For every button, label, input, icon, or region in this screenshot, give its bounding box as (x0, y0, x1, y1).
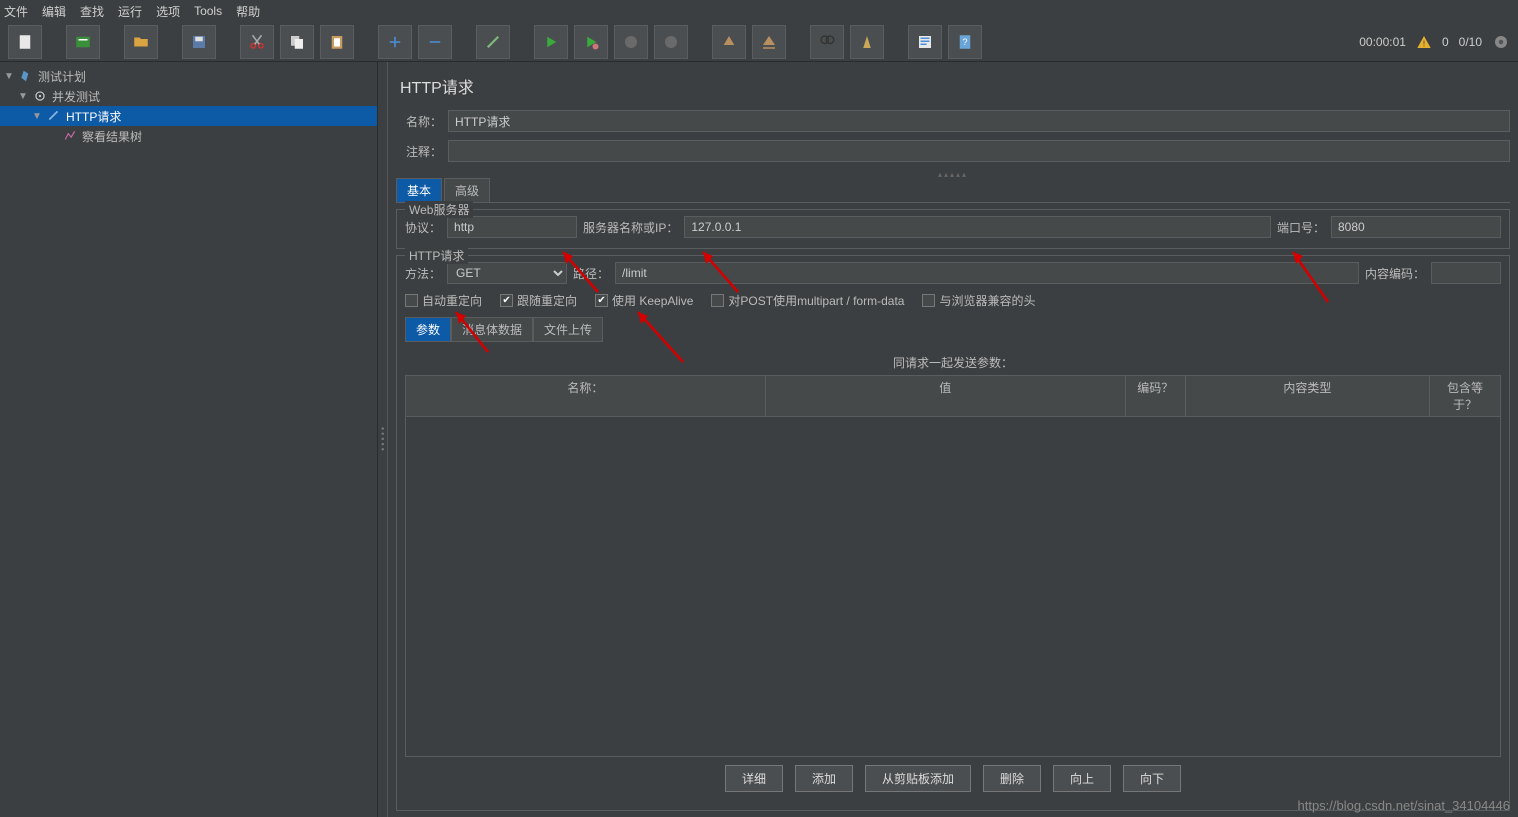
up-button[interactable]: 向上 (1053, 765, 1111, 792)
tab-basic[interactable]: 基本 (396, 178, 442, 202)
clear-icon[interactable] (712, 25, 746, 59)
port-label: 端口号： (1277, 219, 1325, 236)
play-noTimer-icon[interactable] (574, 25, 608, 59)
multipart-checkbox[interactable] (711, 294, 724, 307)
delete-button[interactable]: 删除 (983, 765, 1041, 792)
http-request-fieldset: HTTP请求 方法： GET 路径： 内容编码： 自动重定向 ✔跟随重定向 ✔使… (396, 255, 1510, 811)
wand-icon[interactable] (476, 25, 510, 59)
comment-input[interactable] (448, 140, 1510, 162)
tab-advanced[interactable]: 高级 (444, 178, 490, 202)
cut-icon[interactable] (240, 25, 274, 59)
new-icon[interactable] (8, 25, 42, 59)
open-icon[interactable] (124, 25, 158, 59)
encoding-input[interactable] (1431, 262, 1501, 284)
tree-thread-group[interactable]: ▼ 并发测试 (0, 86, 377, 106)
tree-panel: ▼ 测试计划 ▼ 并发测试 ▼ HTTP请求 ▼ 察看结果树 (0, 62, 378, 817)
follow-redirect-checkbox[interactable]: ✔ (500, 294, 513, 307)
play-icon[interactable] (534, 25, 568, 59)
menu-tools[interactable]: Tools (194, 4, 222, 18)
add-clipboard-button[interactable]: 从剪贴板添加 (865, 765, 971, 792)
comment-label: 注释： (396, 143, 442, 160)
reset-search-icon[interactable] (850, 25, 884, 59)
name-input[interactable] (448, 110, 1510, 132)
web-server-fieldset: Web服务器 协议： 服务器名称或IP： 端口号： (396, 209, 1510, 249)
paste-icon[interactable] (320, 25, 354, 59)
tree-results-tree[interactable]: ▼ 察看结果树 (0, 126, 377, 146)
protocol-label: 协议： (405, 219, 441, 236)
svg-text:?: ? (962, 37, 967, 47)
search-icon[interactable] (810, 25, 844, 59)
down-button[interactable]: 向下 (1123, 765, 1181, 792)
protocol-input[interactable] (447, 216, 577, 238)
server-input[interactable] (684, 216, 1271, 238)
help-icon[interactable]: ? (948, 25, 982, 59)
svg-text:!: ! (1423, 39, 1425, 48)
name-label: 名称： (396, 113, 442, 130)
menu-find[interactable]: 查找 (80, 3, 104, 20)
keepalive-checkbox[interactable]: ✔ (595, 294, 608, 307)
menu-edit[interactable]: 编辑 (42, 3, 66, 20)
tree-root[interactable]: ▼ 测试计划 (0, 66, 377, 86)
detail-button[interactable]: 详细 (725, 765, 783, 792)
function-icon[interactable] (908, 25, 942, 59)
menubar: 文件 编辑 查找 运行 选项 Tools 帮助 (0, 0, 1518, 22)
method-label: 方法： (405, 265, 441, 282)
watermark: https://blog.csdn.net/sinat_34104446 (1298, 798, 1511, 813)
save-icon[interactable] (182, 25, 216, 59)
tree-http-request[interactable]: ▼ HTTP请求 (0, 106, 377, 126)
encoding-label: 内容编码： (1365, 265, 1425, 282)
menu-options[interactable]: 选项 (156, 3, 180, 20)
param-heading: 同请求一起发送参数： (405, 350, 1501, 375)
add-button[interactable]: 添加 (795, 765, 853, 792)
templates-icon[interactable] (66, 25, 100, 59)
subtab-body[interactable]: 消息体数据 (451, 317, 533, 342)
plus-icon[interactable] (378, 25, 412, 59)
path-label: 路径： (573, 265, 609, 282)
shutdown-icon[interactable] (654, 25, 688, 59)
thread-count: 0/10 (1459, 35, 1482, 49)
menu-run[interactable]: 运行 (118, 3, 142, 20)
param-table-body[interactable] (405, 417, 1501, 757)
copy-icon[interactable] (280, 25, 314, 59)
clearall-icon[interactable] (752, 25, 786, 59)
menu-help[interactable]: 帮助 (236, 3, 260, 20)
error-count: 0 (1442, 35, 1449, 49)
param-columns: 名称： 值 编码？ 内容类型 包含等于？ (405, 375, 1501, 417)
minus-icon[interactable] (418, 25, 452, 59)
stop-icon[interactable] (614, 25, 648, 59)
subtab-params[interactable]: 参数 (405, 317, 451, 342)
port-input[interactable] (1331, 216, 1501, 238)
menu-file[interactable]: 文件 (4, 3, 28, 20)
browser-headers-checkbox[interactable] (922, 294, 935, 307)
toolbar: ? 00:00:01 ! 0 0/10 (0, 22, 1518, 62)
gear-icon[interactable] (1492, 33, 1510, 51)
auto-redirect-checkbox[interactable] (405, 294, 418, 307)
method-select[interactable]: GET (447, 262, 567, 284)
divider: ▴▴▴▴▴ (396, 170, 1510, 178)
panel-title: HTTP请求 (400, 74, 1510, 98)
splitter[interactable]: ••••• (378, 62, 388, 817)
warning-icon: ! (1416, 34, 1432, 50)
elapsed-time: 00:00:01 (1359, 35, 1406, 49)
subtab-file[interactable]: 文件上传 (533, 317, 603, 342)
path-input[interactable] (615, 262, 1359, 284)
server-label: 服务器名称或IP： (583, 219, 678, 236)
